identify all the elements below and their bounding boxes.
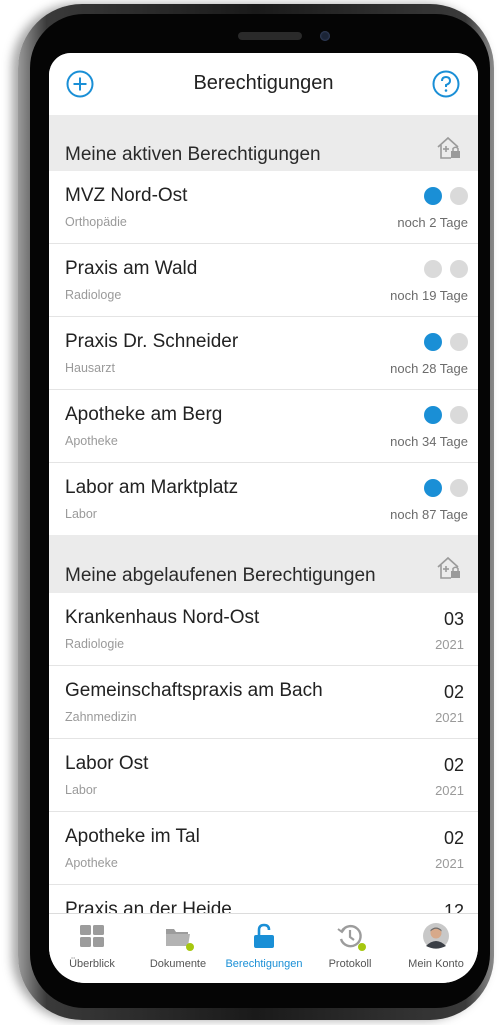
tab-label: Dokumente	[149, 958, 207, 970]
tab-protokoll[interactable]: Protokoll	[307, 914, 393, 983]
toggle-off-dot	[424, 260, 442, 278]
list-item[interactable]: MVZ Nord-Ost Orthopädie noch 2 Tage	[49, 171, 478, 244]
remaining-days: noch 87 Tage	[390, 507, 468, 522]
expiry-year: 2021	[435, 637, 464, 652]
expired-section-header: Meine abgelaufenen Berechtigungen	[49, 535, 478, 593]
expiry-year: 2021	[435, 710, 464, 725]
expiry-month: 02	[443, 828, 464, 848]
item-name: Gemeinschaftspraxis am Bach	[65, 680, 323, 701]
page-title: Berechtigungen	[193, 72, 334, 94]
tab-mein-konto[interactable]: Mein Konto	[393, 914, 478, 983]
list-item[interactable]: Apotheke am Berg Apotheke noch 34 Tage	[49, 390, 478, 463]
house-lock-icon[interactable]	[436, 135, 462, 161]
notification-badge	[358, 943, 366, 951]
expiry-month: 02	[443, 682, 464, 702]
list-item[interactable]: Praxis am Wald Radiologe noch 19 Tage	[49, 244, 478, 317]
item-category: Radiologe	[65, 288, 122, 302]
tab-ueberblick[interactable]: Überblick	[49, 914, 135, 983]
toggle-off-dot	[450, 187, 468, 205]
toggle-off-dot	[450, 479, 468, 497]
item-name: MVZ Nord-Ost	[65, 185, 188, 206]
item-name: Apotheke im Tal	[65, 826, 200, 847]
item-category: Labor	[65, 507, 97, 521]
item-category: Apotheke	[65, 434, 118, 448]
toggle-on-dot	[424, 333, 442, 351]
section-title: Meine aktiven Berechtigungen	[65, 144, 321, 165]
item-category: Zahnmedizin	[65, 710, 137, 724]
list-item[interactable]: Labor Ost Labor 02 2021	[49, 739, 478, 812]
permission-toggle[interactable]	[424, 333, 468, 351]
toggle-off-dot	[450, 260, 468, 278]
avatar-icon	[423, 923, 449, 949]
permission-toggle[interactable]	[424, 479, 468, 497]
tab-label: Überblick	[69, 958, 115, 970]
tab-label: Mein Konto	[408, 958, 464, 970]
remaining-days: noch 28 Tage	[390, 361, 468, 376]
item-category: Hausarzt	[65, 361, 116, 375]
toggle-on-dot	[424, 406, 442, 424]
tab-dokumente[interactable]: Dokumente	[135, 914, 221, 983]
expiry-year: 2021	[435, 856, 464, 871]
phone-speaker	[238, 32, 302, 40]
expiry-year: 2021	[435, 783, 464, 798]
list-item[interactable]: Apotheke im Tal Apotheke 02 2021	[49, 812, 478, 885]
expiry-month: 02	[443, 755, 464, 775]
item-name: Labor Ost	[65, 753, 149, 774]
list-item[interactable]: Praxis Dr. Schneider Hausarzt noch 28 Ta…	[49, 317, 478, 390]
list-item[interactable]: Krankenhaus Nord-Ost Radiologie 03 2021	[49, 593, 478, 666]
item-name: Praxis am Wald	[65, 258, 198, 279]
item-name: Apotheke am Berg	[65, 404, 223, 425]
remaining-days: noch 34 Tage	[390, 434, 468, 449]
permission-toggle[interactable]	[424, 260, 468, 278]
section-title: Meine abgelaufenen Berechtigungen	[65, 565, 376, 586]
notification-badge	[186, 943, 194, 951]
item-category: Radiologie	[65, 637, 125, 651]
toggle-off-dot	[450, 406, 468, 424]
active-section-header: Meine aktiven Berechtigungen	[49, 115, 478, 171]
list-item[interactable]: Gemeinschaftspraxis am Bach Zahnmedizin …	[49, 666, 478, 739]
app-screen: Berechtigungen Meine aktiven Berechtigun…	[49, 53, 478, 983]
help-button[interactable]	[431, 69, 461, 99]
phone-camera	[320, 31, 330, 41]
toggle-off-dot	[450, 333, 468, 351]
item-name: Labor am Marktplatz	[65, 477, 239, 498]
bottom-tab-bar: Überblick Dokumente Berechtigungen Proto…	[49, 913, 478, 983]
tab-label: Berechtigungen	[225, 958, 303, 970]
toggle-on-dot	[424, 187, 442, 205]
item-category: Labor	[65, 783, 97, 797]
tab-label: Protokoll	[328, 958, 372, 970]
grid-icon	[80, 925, 104, 947]
question-circle-icon	[432, 70, 460, 98]
list-item[interactable]: Labor am Marktplatz Labor noch 87 Tage	[49, 463, 478, 535]
expiry-month: 03	[443, 609, 464, 629]
permission-toggle[interactable]	[424, 187, 468, 205]
header-bar: Berechtigungen	[49, 53, 478, 115]
item-category: Orthopädie	[65, 215, 127, 229]
remaining-days: noch 2 Tage	[397, 215, 468, 230]
item-name: Praxis Dr. Schneider	[65, 331, 239, 352]
permission-toggle[interactable]	[424, 406, 468, 424]
toggle-on-dot	[424, 479, 442, 497]
unlock-icon	[254, 923, 274, 948]
item-category: Apotheke	[65, 856, 118, 870]
house-lock-icon[interactable]	[436, 555, 462, 581]
tab-berechtigungen[interactable]: Berechtigungen	[221, 914, 307, 983]
remaining-days: noch 19 Tage	[390, 288, 468, 303]
item-name: Krankenhaus Nord-Ost	[65, 607, 260, 628]
